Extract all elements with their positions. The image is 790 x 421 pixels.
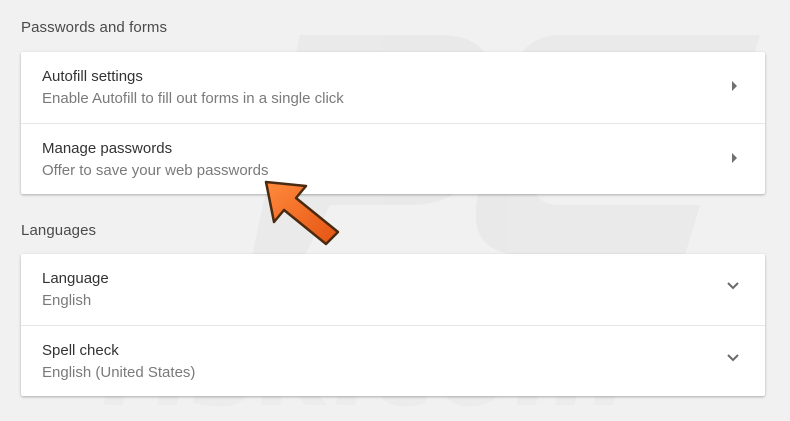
spell-check-subtitle: English (United States): [42, 364, 196, 381]
autofill-settings-title: Autofill settings: [42, 68, 143, 85]
spell-check-row[interactable]: Spell check English (United States): [21, 325, 765, 396]
manage-passwords-subtitle: Offer to save your web passwords: [42, 162, 269, 179]
autofill-settings-row[interactable]: Autofill settings Enable Autofill to fil…: [21, 52, 765, 123]
language-title: Language: [42, 270, 109, 287]
triangle-right-icon: [732, 81, 737, 91]
manage-passwords-row[interactable]: Manage passwords Offer to save your web …: [21, 123, 765, 194]
passwords-forms-card: Autofill settings Enable Autofill to fil…: [21, 52, 765, 194]
manage-passwords-title: Manage passwords: [42, 140, 173, 157]
autofill-settings-subtitle: Enable Autofill to fill out forms in a s…: [42, 90, 344, 107]
language-row[interactable]: Language English: [21, 254, 765, 325]
chevron-down-icon[interactable]: [726, 281, 740, 291]
chevron-down-icon[interactable]: [726, 353, 740, 363]
spell-check-title: Spell check: [42, 342, 119, 359]
languages-card: Language English Spell check English (Un…: [21, 254, 765, 396]
settings-page: risk.com Passwords and forms Autofill se…: [0, 0, 790, 421]
section-title-passwords-forms: Passwords and forms: [21, 19, 168, 36]
section-title-languages: Languages: [21, 222, 97, 239]
language-subtitle: English: [42, 292, 92, 309]
triangle-right-icon: [732, 153, 737, 163]
